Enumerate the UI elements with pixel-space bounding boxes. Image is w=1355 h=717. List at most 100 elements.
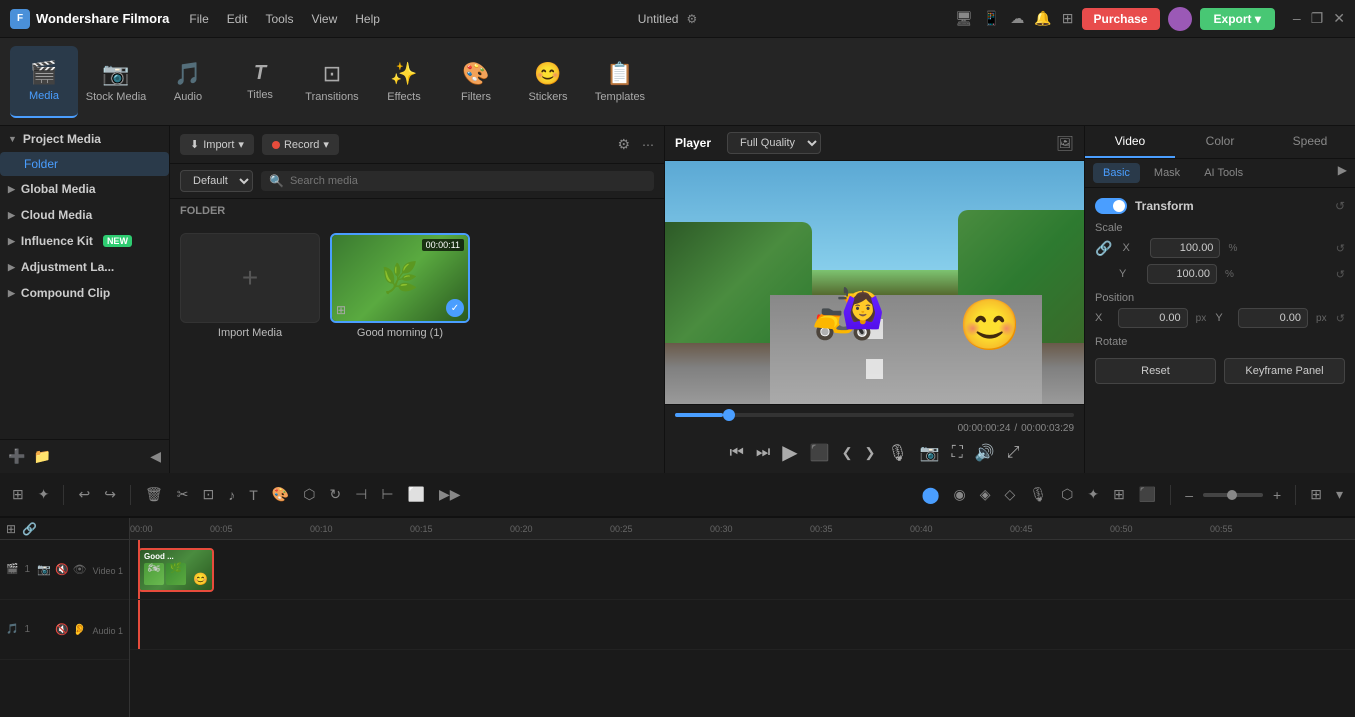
- timeline-tool2[interactable]: ◉: [950, 482, 970, 507]
- preview-image-icon[interactable]: 🖼: [1056, 135, 1074, 152]
- mask-icon[interactable]: ⬡: [299, 482, 319, 507]
- close-button[interactable]: ✕: [1333, 10, 1345, 27]
- timeline-snap-icon[interactable]: ⊞: [8, 482, 28, 507]
- add-track-icon[interactable]: ⊞: [6, 522, 16, 536]
- volume-button[interactable]: 🔊: [975, 443, 995, 463]
- record-button[interactable]: Record ▾: [262, 134, 339, 155]
- text-icon[interactable]: T: [245, 483, 262, 507]
- video-eye-icon[interactable]: 👁: [73, 563, 87, 576]
- devices-icon[interactable]: 📱: [983, 10, 1000, 27]
- player-tab[interactable]: Player: [675, 136, 711, 150]
- video-mute-icon[interactable]: 🔇: [55, 563, 69, 576]
- circle-record-icon[interactable]: ⬤: [918, 481, 944, 509]
- video-camera-icon[interactable]: 📷: [37, 563, 51, 576]
- collapse-panel-icon[interactable]: ◀: [150, 448, 161, 465]
- screen-icon[interactable]: 🖥: [955, 10, 973, 27]
- grid-icon[interactable]: ⊞: [1062, 10, 1074, 27]
- sidebar-item-global-media[interactable]: ▶ Global Media: [0, 176, 169, 202]
- scale-x-input[interactable]: [1150, 238, 1220, 258]
- timeline-tool9[interactable]: ⬛: [1135, 482, 1160, 507]
- more-tools-icon[interactable]: ▶▶: [435, 482, 465, 507]
- export-button[interactable]: Export ▾: [1200, 8, 1275, 30]
- subtab-nav-icon[interactable]: ▶: [1338, 163, 1347, 183]
- voiceover-button[interactable]: 🎙: [887, 443, 907, 463]
- step-back-button[interactable]: ⏭: [756, 444, 770, 462]
- play-button[interactable]: ▶: [782, 440, 797, 465]
- mark-in-button[interactable]: ❮: [842, 445, 853, 461]
- minimize-button[interactable]: –: [1293, 10, 1301, 27]
- stop-button[interactable]: ⬛: [810, 443, 830, 463]
- toolbar-audio[interactable]: 🎵 Audio: [154, 46, 222, 118]
- position-reset[interactable]: ↺: [1336, 312, 1345, 325]
- undo-button[interactable]: ↩: [74, 482, 94, 507]
- menu-file[interactable]: File: [189, 12, 208, 26]
- sidebar-item-folder[interactable]: Folder: [0, 152, 169, 176]
- rotate-icon[interactable]: ↻: [325, 482, 345, 507]
- zoom-in-icon[interactable]: +: [1269, 483, 1285, 507]
- redo-button[interactable]: ↪: [100, 482, 120, 507]
- sidebar-item-compound-clip[interactable]: ▶ Compound Clip: [0, 280, 169, 306]
- cut-icon[interactable]: ✂: [173, 482, 193, 507]
- paint-icon[interactable]: 🎨: [268, 482, 293, 507]
- crop-icon[interactable]: ⊡: [198, 482, 218, 507]
- scale-icon[interactable]: ⊢: [377, 482, 397, 507]
- settings-icon[interactable]: ▾: [1332, 482, 1347, 507]
- menu-help[interactable]: Help: [355, 12, 380, 26]
- audio-solo-icon[interactable]: 👂: [73, 623, 87, 636]
- tab-color[interactable]: Color: [1175, 126, 1265, 158]
- mirror-icon[interactable]: ⊣: [351, 482, 371, 507]
- timeline-tool5[interactable]: 🎙: [1025, 482, 1051, 507]
- tab-video[interactable]: Video: [1085, 126, 1175, 158]
- timeline-tool4[interactable]: ◇: [1001, 482, 1020, 507]
- toolbar-transitions[interactable]: ⊡ Transitions: [298, 46, 366, 118]
- layout-icon[interactable]: ⊞: [1306, 482, 1326, 507]
- fullscreen-button[interactable]: ⛶: [952, 444, 963, 462]
- link-track-icon[interactable]: 🔗: [22, 522, 37, 536]
- add-folder-icon[interactable]: ➕: [8, 448, 25, 465]
- folder-icon[interactable]: 📁: [33, 448, 50, 465]
- quality-select[interactable]: Full Quality: [727, 132, 821, 154]
- tab-speed[interactable]: Speed: [1265, 126, 1355, 158]
- video-clip[interactable]: Good ... 🏍 🌿 😊: [138, 548, 214, 592]
- cloud-icon[interactable]: ☁: [1010, 10, 1024, 27]
- list-item[interactable]: 🌿 00:00:11 ⊞ ✓ Good morning (1): [330, 233, 470, 339]
- toolbar-stickers[interactable]: 😊 Stickers: [514, 46, 582, 118]
- subtab-mask[interactable]: Mask: [1144, 163, 1190, 183]
- list-item[interactable]: + Import Media: [180, 233, 320, 339]
- zoom-slider[interactable]: [1203, 493, 1263, 497]
- search-input[interactable]: [290, 175, 646, 187]
- expand-button[interactable]: ⤢: [1007, 444, 1020, 462]
- toolbar-media[interactable]: 🎬 Media: [10, 46, 78, 118]
- progress-bar[interactable]: [675, 413, 1074, 417]
- sidebar-item-adjustment[interactable]: ▶ Adjustment La...: [0, 254, 169, 280]
- subtab-ai-tools[interactable]: AI Tools: [1194, 163, 1253, 183]
- skip-back-button[interactable]: ⏮: [729, 444, 743, 462]
- audio-mute-icon[interactable]: 🔇: [55, 623, 69, 636]
- toolbar-titles[interactable]: T Titles: [226, 46, 294, 118]
- bell-icon[interactable]: 🔔: [1034, 10, 1051, 27]
- sort-select[interactable]: Default: [180, 170, 253, 192]
- position-x-input[interactable]: [1118, 308, 1188, 328]
- zoom-out-icon[interactable]: –: [1181, 483, 1197, 507]
- menu-edit[interactable]: Edit: [227, 12, 248, 26]
- toolbar-filters[interactable]: 🎨 Filters: [442, 46, 510, 118]
- scale-x-reset[interactable]: ↺: [1336, 242, 1345, 255]
- toolbar-effects[interactable]: ✨ Effects: [370, 46, 438, 118]
- mark-out-button[interactable]: ❯: [864, 445, 875, 461]
- toolbar-templates[interactable]: 📋 Templates: [586, 46, 654, 118]
- timeline-tool6[interactable]: ⬡: [1057, 482, 1077, 507]
- toolbar-stock-media[interactable]: 📷 Stock Media: [82, 46, 150, 118]
- settings-icon[interactable]: ⚙: [686, 12, 697, 26]
- more-options-icon[interactable]: ⋯: [642, 138, 654, 152]
- keyframe-panel-button[interactable]: Keyframe Panel: [1224, 358, 1345, 384]
- transform-toggle[interactable]: [1095, 198, 1127, 214]
- menu-view[interactable]: View: [311, 12, 337, 26]
- timeline-tool7[interactable]: ✦: [1083, 482, 1103, 507]
- audio-icon[interactable]: ♪: [224, 483, 239, 507]
- sidebar-item-cloud-media[interactable]: ▶ Cloud Media: [0, 202, 169, 228]
- scale-y-reset[interactable]: ↺: [1336, 268, 1345, 281]
- snapshot-button[interactable]: 📷: [920, 443, 940, 463]
- delete-icon[interactable]: 🗑: [141, 482, 167, 507]
- position-y-input[interactable]: [1238, 308, 1308, 328]
- sidebar-item-project-media[interactable]: ▼ Project Media: [0, 126, 169, 152]
